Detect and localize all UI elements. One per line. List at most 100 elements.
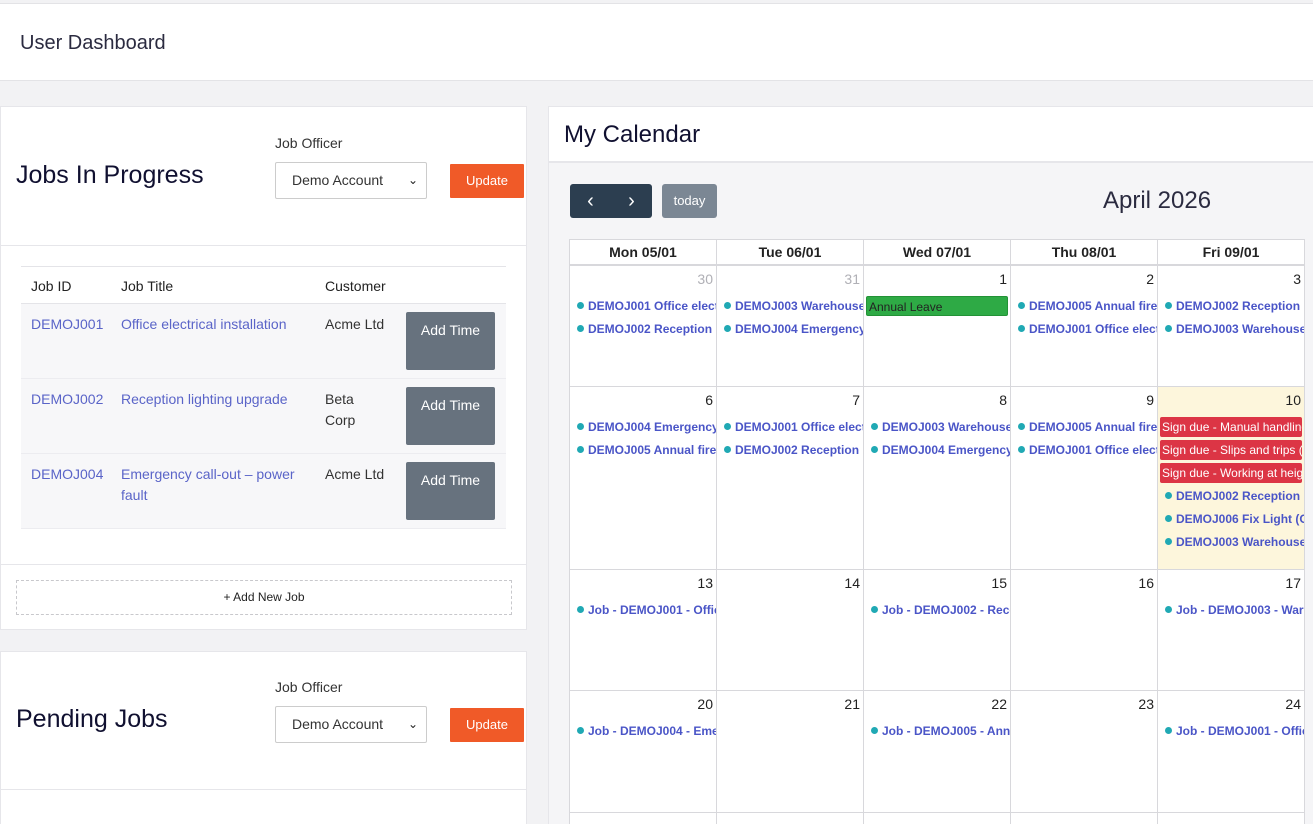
job-id-link[interactable]: DEMOJ004 [31,464,103,485]
calendar-event[interactable]: DEMOJ002 Reception lighting [717,440,863,460]
job-officer-select[interactable]: Demo Account ⌄ [275,162,427,199]
calendar-event[interactable]: Job - DEMOJ002 - Reception [864,600,1010,620]
calendar-day-cell[interactable]: 16 [1010,569,1158,692]
job-title-link[interactable]: Reception lighting upgrade [121,389,311,410]
calendar-day-number[interactable]: 7 [852,392,860,408]
calendar-day-number[interactable]: 6 [705,392,713,408]
calendar-day-cell[interactable]: 10 Sign due - Manual handling Sign due - S… [1157,386,1305,571]
calendar-event[interactable]: DEMOJ005 Annual fire alarm [1011,296,1157,316]
calendar-event-block[interactable]: Sign due - Working at height [1160,463,1302,483]
calendar-day-cell[interactable]: 6 DEMOJ004 Emergency DEMOJ005 Annual fire … [569,386,717,571]
calendar-day-cell[interactable]: 22 Job - DEMOJ005 - Annual [863,690,1011,813]
update-button[interactable]: Update [450,708,524,742]
calendar-day-number[interactable]: 15 [991,575,1007,591]
calendar-day-number[interactable]: 17 [1285,575,1301,591]
calendar-day-cell[interactable] [1157,812,1305,824]
calendar-event[interactable]: DEMOJ006 Fix Light (Ga [1158,509,1304,529]
calendar-event[interactable]: Job - DEMOJ001 - Office [570,600,716,620]
calendar-day-number[interactable]: 20 [697,696,713,712]
calendar-event[interactable]: Job - DEMOJ003 - Warehouse [1158,600,1304,620]
calendar-day-cell[interactable]: 24 Job - DEMOJ001 - Office [1157,690,1305,813]
calendar-day-cell[interactable]: 15 Job - DEMOJ002 - Reception [863,569,1011,692]
calendar-day-number[interactable]: 22 [991,696,1007,712]
event-dot-icon [724,325,731,332]
jobs-table: Job ID Job Title Customer DEMOJ001 Offic… [21,266,506,529]
calendar-event[interactable]: DEMOJ004 Emergency [570,417,716,437]
event-dot-icon [1165,606,1172,613]
calendar-event[interactable]: Job - DEMOJ005 - Annual [864,721,1010,741]
job-officer-select[interactable]: Demo Account ⌄ [275,706,427,743]
calendar-event[interactable]: DEMOJ003 Warehouse [717,296,863,316]
calendar-day-cell[interactable]: 13 Job - DEMOJ001 - Office [569,569,717,692]
prev-month-button[interactable]: ‹ [570,184,611,218]
calendar-event[interactable]: DEMOJ003 Warehouse [1158,532,1304,552]
calendar-day-cell[interactable]: 1 Annual Leave [863,265,1011,388]
job-id-link[interactable]: DEMOJ001 [31,314,103,335]
today-button[interactable]: today [662,184,717,218]
calendar-day-cell[interactable]: 8 DEMOJ003 Warehouse DEMOJ004 Emergency [863,386,1011,571]
calendar-day-number[interactable]: 10 [1285,392,1301,408]
calendar-day-cell[interactable] [716,812,864,824]
calendar-event-label: DEMOJ002 Reception lighting upgrade [588,322,716,336]
calendar-day-cell[interactable]: 20 Job - DEMOJ004 - Emergency [569,690,717,813]
calendar-day-cell[interactable]: 31 DEMOJ003 Warehouse DEMOJ004 Emergency [716,265,864,388]
calendar-day-cell[interactable]: 30 DEMOJ001 Office electrical installatio… [569,265,717,388]
calendar-day-number[interactable]: 16 [1138,575,1154,591]
calendar-day-number[interactable]: 13 [697,575,713,591]
calendar-event[interactable]: Job - DEMOJ001 - Office [1158,721,1304,741]
job-title-link[interactable]: Office electrical installation [121,314,311,335]
calendar-day-cell[interactable]: 14 [716,569,864,692]
calendar-event[interactable]: DEMOJ001 Office electrical installation [570,296,716,316]
calendar-event[interactable]: DEMOJ002 Reception lighting upgrade [570,319,716,339]
calendar-day-number[interactable]: 14 [844,575,860,591]
calendar-day-cell[interactable]: 23 [1010,690,1158,813]
event-dot-icon [724,423,731,430]
calendar-event[interactable]: DEMOJ005 Annual fire alarm [570,440,716,460]
calendar-day-cell[interactable] [863,812,1011,824]
calendar-event[interactable]: DEMOJ002 Reception lighting [1158,296,1304,316]
calendar-event[interactable]: DEMOJ004 Emergency [864,440,1010,460]
job-id-link[interactable]: DEMOJ002 [31,389,103,410]
calendar-event[interactable]: DEMOJ005 Annual fire alarm [1011,417,1157,437]
calendar-event-label: Job - DEMOJ002 - Reception [882,603,1010,617]
calendar-event[interactable]: DEMOJ003 Warehouse [1158,319,1304,339]
calendar-day-cell[interactable]: 17 Job - DEMOJ003 - Warehouse [1157,569,1305,692]
job-title-link[interactable]: Emergency call-out – power fault [121,464,311,506]
calendar-event-block[interactable]: Annual Leave [866,296,1008,316]
calendar-day-cell[interactable]: 21 [716,690,864,813]
calendar-event-label: Sign due - Manual handling [1162,420,1302,434]
calendar-day-number[interactable]: 8 [999,392,1007,408]
calendar-event-block[interactable]: Sign due - Slips and trips ( [1160,440,1302,460]
add-time-button[interactable]: Add Time [406,387,495,445]
calendar-day-number[interactable]: 21 [844,696,860,712]
add-time-button[interactable]: Add Time [406,312,495,370]
calendar-day-number[interactable]: 2 [1146,271,1154,287]
update-button[interactable]: Update [450,164,524,198]
calendar-event[interactable]: DEMOJ001 Office electrical installation [1011,440,1157,460]
add-new-job-button[interactable]: + Add New Job [16,580,512,615]
calendar-day-cell[interactable] [569,812,717,824]
calendar-day-cell[interactable]: 7 DEMOJ001 Office electrical installation… [716,386,864,571]
calendar-day-number[interactable]: 30 [697,271,713,287]
calendar-event[interactable]: DEMOJ002 Reception lighting [1158,486,1304,506]
calendar-day-cell[interactable]: 9 DEMOJ005 Annual fire alarm DEMOJ001 Offi… [1010,386,1158,571]
calendar-event[interactable]: DEMOJ003 Warehouse [864,417,1010,437]
add-time-button[interactable]: Add Time [406,462,495,520]
calendar-day-number[interactable]: 9 [1146,392,1154,408]
calendar-day-cell[interactable]: 2 DEMOJ005 Annual fire alarm DEMOJ001 Offi… [1010,265,1158,388]
calendar-event[interactable]: DEMOJ001 Office electrical installation [1011,319,1157,339]
calendar-event-label: DEMOJ004 Emergency [588,420,716,434]
calendar-day-number[interactable]: 3 [1293,271,1301,287]
calendar-event[interactable]: Job - DEMOJ004 - Emergency [570,721,716,741]
calendar-day-cell[interactable]: 3 DEMOJ002 Reception lighting DEMOJ003 War… [1157,265,1305,388]
calendar-day-number[interactable]: 24 [1285,696,1301,712]
calendar-event[interactable]: DEMOJ001 Office electrical installation [717,417,863,437]
calendar-event-block[interactable]: Sign due - Manual handling [1160,417,1302,437]
calendar-event[interactable]: DEMOJ004 Emergency [717,319,863,339]
next-month-button[interactable]: › [611,184,652,218]
calendar-day-number[interactable]: 1 [999,271,1007,287]
calendar-day-cell[interactable] [1010,812,1158,824]
calendar-event-label: Sign due - Working at height [1162,466,1302,480]
calendar-day-number[interactable]: 23 [1138,696,1154,712]
calendar-day-number[interactable]: 31 [844,271,860,287]
